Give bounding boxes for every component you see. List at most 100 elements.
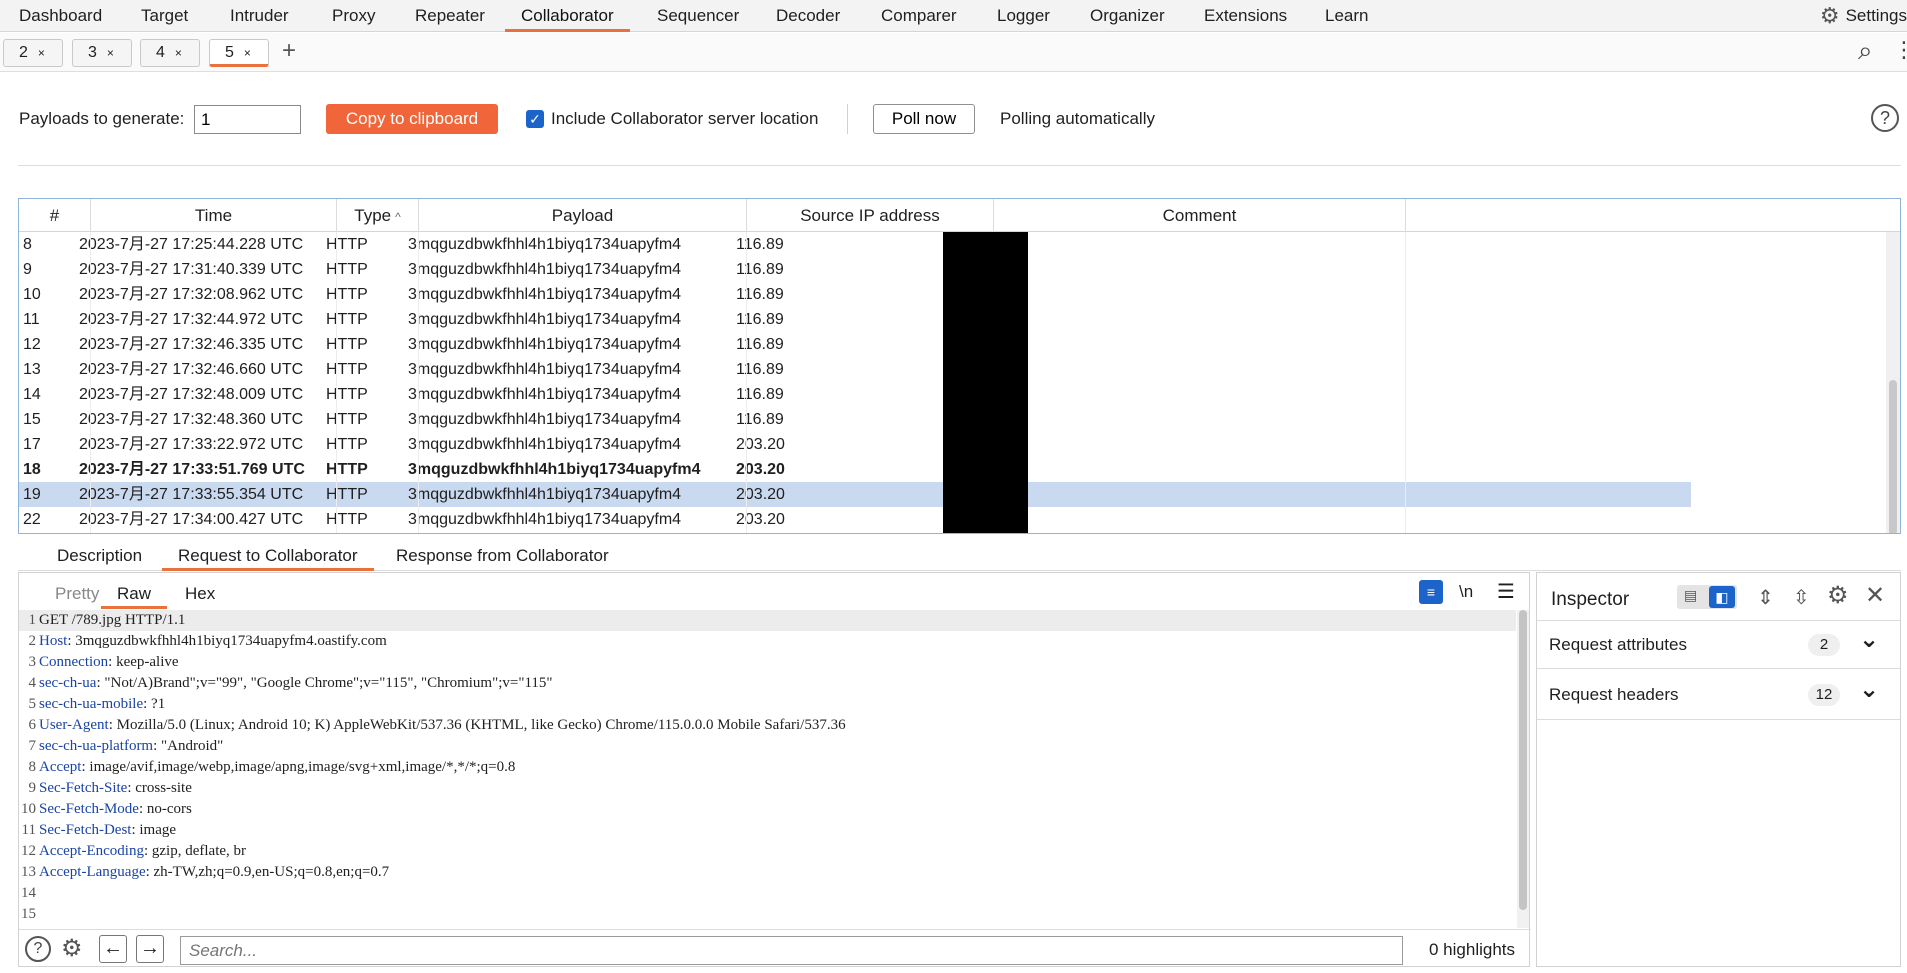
tab-response-from-collaborator[interactable]: Response from Collaborator xyxy=(378,540,627,571)
nav-logger[interactable]: Logger xyxy=(997,0,1050,32)
search-input[interactable] xyxy=(180,936,1403,965)
table-row[interactable]: 15 2023-7月-27 17:32:48.360 UTC HTTP 3mqguzd… xyxy=(19,407,1691,432)
subtab-4[interactable]: 4 × xyxy=(140,39,200,67)
layout-toggle[interactable]: ▤ ◧ xyxy=(1677,585,1737,609)
settings-label: Settings xyxy=(1845,6,1907,25)
header-value: : "Not/A)Brand";v="99", "Google Chrome";… xyxy=(96,675,553,691)
column-header-payload[interactable]: Payload xyxy=(419,199,747,232)
code-line: 2 Host: 3mqguzdbwkfhhl4h1biyq1734uapyfm4.… xyxy=(19,631,1516,652)
table-row[interactable]: 13 2023-7月-27 17:32:46.660 UTC HTTP 3mqguzd… xyxy=(19,357,1691,382)
forward-arrow-icon[interactable]: → xyxy=(136,935,164,963)
column-divider xyxy=(336,232,337,533)
nav-repeater[interactable]: Repeater xyxy=(415,0,485,32)
close-icon[interactable]: × xyxy=(38,46,45,60)
table-row[interactable]: 12 2023-7月-27 17:32:46.335 UTC HTTP 3mqguzd… xyxy=(19,332,1691,357)
raw-request-text[interactable]: 1 GET /789.jpg HTTP/1.1 2 Host: 3mqguzdbwkf… xyxy=(19,610,1516,928)
expand-icon[interactable]: ⇕ xyxy=(1757,585,1774,610)
table-row[interactable]: 8 2023-7月-27 17:25:44.228 UTC HTTP 3mqguzdb… xyxy=(19,232,1691,257)
subtab-5[interactable]: 5 × xyxy=(209,39,269,67)
nav-comparer[interactable]: Comparer xyxy=(881,0,957,32)
tab-raw[interactable]: Raw xyxy=(101,579,168,609)
tab-description[interactable]: Description xyxy=(39,540,160,571)
cell-n: 22 xyxy=(23,511,41,528)
table-row[interactable]: 19 2023-7月-27 17:33:55.354 UTC HTTP 3mqguzd… xyxy=(19,482,1691,507)
poll-now-button[interactable]: Poll now xyxy=(873,104,975,134)
back-arrow-icon[interactable]: ← xyxy=(99,935,127,963)
nav-collaborator[interactable]: Collaborator xyxy=(505,0,630,32)
nav-dashboard[interactable]: Dashboard xyxy=(19,0,102,32)
table-row[interactable]: 9 2023-7月-27 17:31:40.339 UTC HTTP 3mqguzdb… xyxy=(19,257,1691,282)
column-divider xyxy=(1405,232,1406,533)
column-header-time[interactable]: Time xyxy=(91,199,337,232)
cell-ip: 203.20 xyxy=(736,436,785,453)
line-number: 10 xyxy=(21,801,36,817)
add-tab-button[interactable]: + xyxy=(282,37,296,65)
column-label: Payload xyxy=(551,206,614,225)
panel-view-icon[interactable]: ◧ xyxy=(1709,586,1735,608)
scrollbar-thumb[interactable] xyxy=(1889,380,1897,533)
help-icon[interactable]: ? xyxy=(1871,104,1899,132)
nav-decoder[interactable]: Decoder xyxy=(776,0,840,32)
newline-toggle[interactable]: \n xyxy=(1459,582,1473,602)
gear-icon: ⚙ xyxy=(1819,3,1840,28)
chevron-down-icon[interactable]: ⌄ xyxy=(1859,675,1879,704)
search-icon[interactable]: ⌕ xyxy=(1858,35,1873,67)
help-icon[interactable]: ? xyxy=(25,936,51,962)
subtab-2[interactable]: 2 × xyxy=(3,39,63,67)
table-row[interactable]: 14 2023-7月-27 17:32:48.009 UTC HTTP 3mqguzd… xyxy=(19,382,1691,407)
menu-icon[interactable]: ☰ xyxy=(1497,579,1515,604)
table-row[interactable]: 18 2023-7月-27 17:33:51.769 UTC HTTP 3mqguzd… xyxy=(19,457,1691,482)
close-icon[interactable]: × xyxy=(175,46,182,60)
close-icon[interactable]: ✕ xyxy=(1865,581,1885,610)
cell-n: 15 xyxy=(23,411,41,428)
nav-sequencer[interactable]: Sequencer xyxy=(657,0,739,32)
table-row[interactable]: 11 2023-7月-27 17:32:44.972 UTC HTTP 3mqguzd… xyxy=(19,307,1691,332)
line-number: 8 xyxy=(28,759,37,775)
include-location-checkbox[interactable]: ✓ xyxy=(526,110,544,128)
column-header-type[interactable]: Type ^ xyxy=(337,199,419,232)
cell-type: HTTP xyxy=(326,311,368,328)
gear-icon[interactable]: ⚙ xyxy=(1827,581,1849,610)
inspector-section-request-headers[interactable]: Request headers 12 ⌄ xyxy=(1537,671,1900,720)
list-view-icon[interactable]: ▤ xyxy=(1684,587,1697,604)
cell-ip: 116.89 xyxy=(736,336,784,353)
chevron-down-icon[interactable]: ⌄ xyxy=(1859,625,1879,654)
close-icon[interactable]: × xyxy=(107,46,114,60)
polling-status: Polling automatically xyxy=(1000,109,1155,128)
column-header-sourceipaddress[interactable]: Source IP address xyxy=(747,199,994,232)
wrap-lines-icon[interactable]: ≡ xyxy=(1419,580,1443,604)
column-header-comment[interactable]: Comment xyxy=(994,199,1406,232)
table-scrollbar[interactable] xyxy=(1886,232,1900,533)
divider xyxy=(18,165,1901,166)
close-icon[interactable]: × xyxy=(244,46,251,60)
inspector-section-request-attributes[interactable]: Request attributes 2 ⌄ xyxy=(1537,620,1900,669)
table-row[interactable]: 10 2023-7月-27 17:32:08.962 UTC HTTP 3mqguzd… xyxy=(19,282,1691,307)
editor-scrollbar[interactable] xyxy=(1517,610,1529,928)
settings-button[interactable]: ⚙ Settings xyxy=(1820,0,1907,32)
subtab-label: 4 xyxy=(156,44,165,61)
nav-target[interactable]: Target xyxy=(141,0,188,32)
header-value: : gzip, deflate, br xyxy=(143,843,247,859)
table-row[interactable]: 22 2023-7月-27 17:34:00.427 UTC HTTP 3mqguzd… xyxy=(19,507,1691,532)
cell-ip: 116.89 xyxy=(736,361,784,378)
nav-proxy[interactable]: Proxy xyxy=(332,0,375,32)
more-options-icon[interactable]: ⋮ xyxy=(1893,37,1907,63)
table-row[interactable]: 17 2023-7月-27 17:33:22.972 UTC HTTP 3mqguzd… xyxy=(19,432,1691,457)
cell-ip: 203.20 xyxy=(736,486,785,503)
line-number: 7 xyxy=(28,738,37,754)
payloads-input[interactable] xyxy=(194,105,301,134)
tab-hex[interactable]: Hex xyxy=(169,579,231,609)
cell-type: HTTP xyxy=(326,386,368,403)
nav-learn[interactable]: Learn xyxy=(1325,0,1368,32)
nav-organizer[interactable]: Organizer xyxy=(1090,0,1165,32)
column-header-#[interactable]: # xyxy=(19,199,91,232)
nav-extensions[interactable]: Extensions xyxy=(1204,0,1287,32)
tab-request-to-collaborator[interactable]: Request to Collaborator xyxy=(162,540,374,571)
code-line: 9 Sec-Fetch-Site: cross-site xyxy=(19,778,1516,799)
collapse-icon[interactable]: ⇳ xyxy=(1793,585,1810,610)
gear-icon[interactable]: ⚙ xyxy=(61,934,83,963)
subtab-3[interactable]: 3 × xyxy=(72,39,132,67)
copy-to-clipboard-button[interactable]: Copy to clipboard xyxy=(326,104,498,134)
scrollbar-thumb[interactable] xyxy=(1519,610,1527,910)
nav-intruder[interactable]: Intruder xyxy=(230,0,289,32)
